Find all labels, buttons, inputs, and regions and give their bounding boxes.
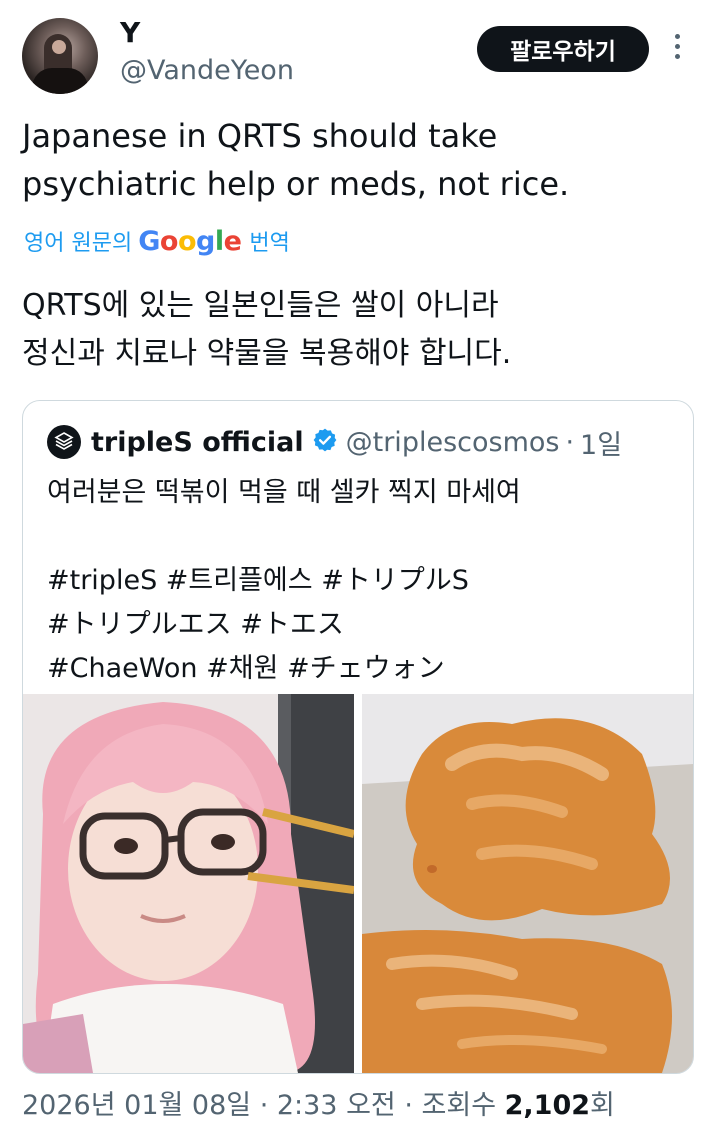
translated-text-line: QRTS에 있는 일본인들은 쌀이 아니라 xyxy=(22,288,499,323)
triples-logo-icon[interactable] xyxy=(47,425,81,459)
quoted-text-line: 여러분은 떡볶이 먹을 때 셀카 찍지 마세여 xyxy=(47,477,521,508)
google-logo: Google xyxy=(138,225,242,257)
media-photo-selfie[interactable] xyxy=(23,694,354,1073)
tweet-text-line: psychiatric help or meds, not rice. xyxy=(22,165,570,203)
tweet-datetime[interactable]: 2026년 01월 08일 · 2:33 오전 · xyxy=(22,1090,413,1121)
translated-text-line: 정신과 치료나 약물을 복용해야 합니다. xyxy=(22,336,512,371)
quoted-media xyxy=(23,694,693,1073)
quoted-display-name[interactable]: tripleS official xyxy=(91,427,304,458)
display-name[interactable]: Y xyxy=(120,16,140,49)
follow-button[interactable]: 팔로우하기 xyxy=(477,26,649,72)
media-photo-tteokbokki[interactable] xyxy=(362,694,693,1073)
quoted-handle[interactable]: @triplescosmos xyxy=(346,427,560,458)
translate-source-label: 영어 원문의 xyxy=(24,231,133,256)
user-handle[interactable]: @VandeYeon xyxy=(120,55,294,86)
tweet-meta: 2026년 01월 08일 · 2:33 오전 · 조회수 2,102회 xyxy=(22,1086,615,1126)
quoted-tweet-card[interactable]: tripleS official @triplescosmos · 1일 여러분… xyxy=(22,400,694,1074)
separator-dot: · xyxy=(565,426,575,458)
quoted-tweet-text: 여러분은 떡볶이 먹을 때 셀카 찍지 마세여 #tripleS #트리플에스 … xyxy=(47,471,667,691)
quoted-tweet-header: tripleS official @triplescosmos · 1일 xyxy=(47,423,622,461)
hashtag-line[interactable]: #トリプルエス #トエス xyxy=(47,603,667,647)
quoted-timestamp[interactable]: 1일 xyxy=(580,423,622,462)
translated-text: QRTS에 있는 일본인들은 쌀이 아니라 정신과 치료나 약물을 복용해야 합… xyxy=(22,282,692,378)
avatar[interactable] xyxy=(22,18,98,94)
translate-action-label: 번역 xyxy=(249,231,290,256)
translate-link[interactable]: 영어 원문의 Google 번역 xyxy=(24,222,290,260)
views-count: 2,102 xyxy=(504,1090,591,1121)
tweet-text-line: Japanese in QRTS should take xyxy=(22,117,498,155)
verified-badge-icon xyxy=(312,427,338,457)
hashtag-line[interactable]: #ChaeWon #채원 #チェウォン xyxy=(47,647,667,691)
views-suffix: 회 xyxy=(590,1090,615,1121)
hashtag-line[interactable]: #tripleS #트리플에스 #トリプルS xyxy=(47,559,667,603)
more-options-icon[interactable] xyxy=(666,30,688,70)
views-label: 조회수 xyxy=(421,1090,497,1121)
tweet-text: Japanese in QRTS should take psychiatric… xyxy=(22,112,692,208)
